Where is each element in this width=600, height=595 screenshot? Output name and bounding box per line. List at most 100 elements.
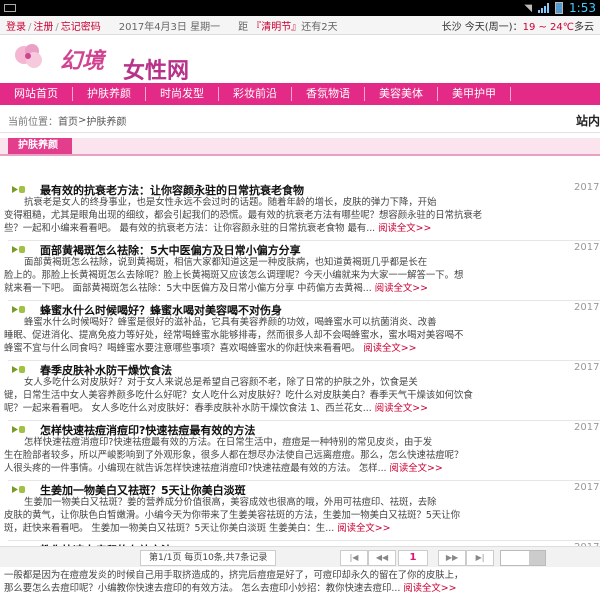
countdown-suffix: 还有2天 xyxy=(301,21,338,33)
status-left xyxy=(4,4,16,12)
signal-icon xyxy=(538,3,550,13)
next-page-button[interactable]: ▶▶ xyxy=(438,550,466,566)
summary-line: 一般都是因为在痘痘发炎的时候自己用手取挤造成的，挤完后痘痘是好了，可痘印却永久的… xyxy=(4,570,464,581)
pagination-info: 第1/1页 每页10条,共7条记录 xyxy=(140,550,277,566)
arrow-bullet-icon xyxy=(12,486,25,493)
status-right: ◥ 1:53 xyxy=(524,1,596,15)
countdown-prefix: 距 xyxy=(238,21,249,33)
site-logo[interactable]: 幻境 女性网 xyxy=(8,37,238,84)
register-link[interactable]: 注册 xyxy=(33,22,53,33)
logo-text-part2: 女性网 xyxy=(123,58,190,84)
read-more-link[interactable]: 阅读全文>> xyxy=(375,283,428,294)
holiday-countdown: 距 『清明节』还有2天 xyxy=(238,18,338,33)
summary-line: 女人多吃什么对皮肤好？对于女人来说总是希望自己容颜不老，除了日常的护肤之外，饮食… xyxy=(24,377,418,388)
summary-line: 斑，赶快来看看吧。 生姜加一物美白又祛斑？5天让你美白淡斑 生姜美白：生... xyxy=(4,523,335,534)
read-more-link[interactable]: 阅读全文>> xyxy=(363,343,416,354)
article-date: 2017 xyxy=(574,422,600,433)
weather-temp: 19 ~ 24℃ xyxy=(522,21,574,33)
summary-line: 呢？一起来看看吧。 女人多吃什么对皮肤好：春季皮肤补水防干燥饮食法 1、西兰花女… xyxy=(4,403,372,414)
nav-item-nails[interactable]: 美甲护甲 xyxy=(438,87,511,101)
section-title: 护肤养颜 xyxy=(8,138,72,154)
nav-item-hairstyle[interactable]: 时尚发型 xyxy=(146,87,219,101)
read-more-link[interactable]: 阅读全文>> xyxy=(337,523,390,534)
divider xyxy=(8,240,600,241)
article-date: 2017 xyxy=(574,302,600,313)
flower-logo-icon xyxy=(15,44,42,68)
nav-item-home[interactable]: 网站首页 xyxy=(0,87,73,101)
summary-line: 皮肤的黄气，让你肤色白皙嫩滑。小编今天为你带来了生姜美容祛斑的方法，生姜加一物美… xyxy=(4,510,460,521)
main-nav: 网站首页 护肤养颜 时尚发型 彩妆前沿 香氛物语 美容美体 美甲护甲 xyxy=(0,83,600,105)
read-more-link[interactable]: 阅读全文>> xyxy=(378,223,431,234)
nav-item-makeup[interactable]: 彩妆前沿 xyxy=(219,87,292,101)
arrow-bullet-icon xyxy=(12,186,25,193)
summary-line: 变得粗糙，尤其是眼角出现的细纹，都会引起我们的恐慌。最有效的抗衰老方法有哪些呢？… xyxy=(4,210,483,221)
divider xyxy=(8,420,600,421)
current-date: 2017年4月3日 星期一 xyxy=(118,21,221,33)
article-summary: 抗衰老是女人的终身事业，也是女性永远不会过时的话题。随着年龄的增长，皮肤的弹力下… xyxy=(4,196,600,235)
nav-item-fragrance[interactable]: 香氛物语 xyxy=(292,87,365,101)
prev-page-button[interactable]: ◀◀ xyxy=(368,550,396,566)
battery-icon xyxy=(555,2,564,14)
summary-line: 抗衰老是女人的终身事业，也是女性永远不会过时的话题。随着年龄的增长，皮肤的弹力下… xyxy=(24,197,437,208)
summary-line: 人很头疼的一件事情。小编现在就告诉怎样快速祛痘消痘印?快速祛痘最有效的方法。 怎… xyxy=(4,463,387,474)
site-search-label: 站内 xyxy=(575,114,600,128)
summary-line: 蜂蜜水什么时候喝好？蜂蜜是很好的滋补品，它具有美容养颜的功效，喝蜂蜜水可以抗菌消… xyxy=(24,317,437,328)
forgot-password-link[interactable]: 忘记密码 xyxy=(61,22,101,33)
summary-line: 生姜加一物美白又祛斑？姜的营养成分价值很高，美容成效也很高的哦，外用可祛痘印、祛… xyxy=(24,497,437,508)
breadcrumb-home-link[interactable]: 首页 xyxy=(58,113,78,128)
read-more-link[interactable]: 阅读全文>> xyxy=(375,403,428,414)
pagination: 第1/1页 每页10条,共7条记录 |◀ ◀◀ 1 ▶▶ ▶| xyxy=(0,546,600,567)
arrow-bullet-icon xyxy=(12,246,25,253)
last-page-button[interactable]: ▶| xyxy=(466,550,494,566)
site-header: 幻境 女性网 xyxy=(0,35,600,84)
wifi-icon: ◥ xyxy=(524,2,533,14)
article-summary: 女人多吃什么对皮肤好？对于女人来说总是希望自己容颜不老，除了日常的护肤之外，饮食… xyxy=(4,376,600,415)
read-more-link[interactable]: 阅读全文>> xyxy=(390,463,443,474)
article-date: 2017 xyxy=(574,242,600,253)
page-select[interactable] xyxy=(500,550,546,566)
summary-line: 就来看一下吧。 面部黄褐斑怎么祛除：5大中医偏方及日常小偏方分享 中药偏方去黄褐… xyxy=(4,283,372,294)
divider xyxy=(8,540,600,541)
current-page-button[interactable]: 1 xyxy=(398,550,428,566)
article-date: 2017 xyxy=(574,362,600,373)
top-bar: 登录 / 注册 / 忘记密码 2017年4月3日 星期一 距 『清明节』还有2天 长沙 … xyxy=(0,16,600,35)
article-summary: 蜂蜜水什么时候喝好？蜂蜜是很好的滋补品，它具有美容养颜的功效，喝蜂蜜水可以抗菌消… xyxy=(4,316,600,355)
breadcrumb-current: 护肤养颜 xyxy=(86,116,127,128)
summary-line: 脸上的。那脸上长黄褐斑怎么去除呢？脸上长黄褐斑又应该怎么调理呢？今天小编就来为大… xyxy=(4,270,464,281)
divider xyxy=(8,480,600,481)
article-summary: 生姜加一物美白又祛斑？姜的营养成分价值很高，美容成效也很高的哦，外用可祛痘印、祛… xyxy=(4,496,600,535)
first-page-button[interactable]: |◀ xyxy=(340,550,368,566)
weather-city: 长沙 xyxy=(441,21,462,33)
weather-desc: 多云 xyxy=(574,21,594,33)
weather: 长沙 今天(周一)：19 ~ 24℃多云 xyxy=(442,18,594,33)
nav-item-beauty[interactable]: 美容美体 xyxy=(365,87,438,101)
status-bar: ◥ 1:53 xyxy=(0,0,600,16)
article-date: 2017 xyxy=(574,482,600,493)
summary-line: 些？一起和小编来看看吧。 最有效的抗衰老方法：让你容颜永驻的日常抗衰老食物 最有… xyxy=(4,223,376,234)
summary-line: 睡眠、促进消化、提高免疫力等好处，经常喝蜂蜜水能够排毒，然而很多人却不会喝蜂蜜水… xyxy=(4,330,464,341)
breadcrumb-separator: > xyxy=(78,114,87,126)
arrow-bullet-icon xyxy=(12,366,25,373)
summary-line: 怎样快速祛痘消痘印?快速祛痘最有效的方法。在日常生活中，痘痘是一种特别的常见皮炎… xyxy=(24,437,433,448)
read-more-link[interactable]: 阅读全文>> xyxy=(403,583,456,594)
breadcrumb-label: 当前位置： xyxy=(8,116,58,128)
article-summary: 怎样快速祛痘消痘印?快速祛痘最有效的方法。在日常生活中，痘痘是一种特别的常见皮炎… xyxy=(4,436,600,475)
weather-day: 今天(周一)： xyxy=(464,21,523,33)
nav-item-skincare[interactable]: 护肤养颜 xyxy=(73,87,146,101)
countdown-festival: 『清明节』 xyxy=(251,21,302,33)
usb-icon xyxy=(4,4,16,12)
status-time: 1:53 xyxy=(569,1,596,15)
summary-line: 生在脸部者较多，所以严峻影响到了外观形象，很多人都在想尽办法使自己远离痘痘。那么… xyxy=(4,450,464,461)
account-links: 登录 / 注册 / 忘记密码 xyxy=(6,21,101,33)
summary-line: 蜂蜜不宜与什么同食吗？喝蜂蜜水要注意哪些事项？喜欢喝蜂蜜水的你赶快来看看吧。 xyxy=(4,343,361,354)
arrow-bullet-icon xyxy=(12,426,25,433)
arrow-bullet-icon xyxy=(12,306,25,313)
article-summary: 面部黄褐斑怎么祛除，说到黄褐斑，相信大家都知道这是一种皮肤病，也知道黄褐斑几乎都… xyxy=(4,256,600,295)
summary-line: 键，日常生活中女人美容养颜多吃什么好呢？女人吃什么对皮肤好？吃什么对皮肤美白？春… xyxy=(4,390,473,401)
breadcrumb: 当前位置： 首页 > 护肤养颜 站内 xyxy=(0,108,600,133)
logo-text-part1: 幻境 xyxy=(60,48,105,74)
summary-line: 那么要怎么去痘印呢？小编教你快速去痘印的有效方法。 怎么去痘印小妙招：教你快速去… xyxy=(4,583,401,594)
divider xyxy=(8,360,600,361)
login-link[interactable]: 登录 xyxy=(6,22,26,33)
article-date: 2017 xyxy=(574,182,600,193)
